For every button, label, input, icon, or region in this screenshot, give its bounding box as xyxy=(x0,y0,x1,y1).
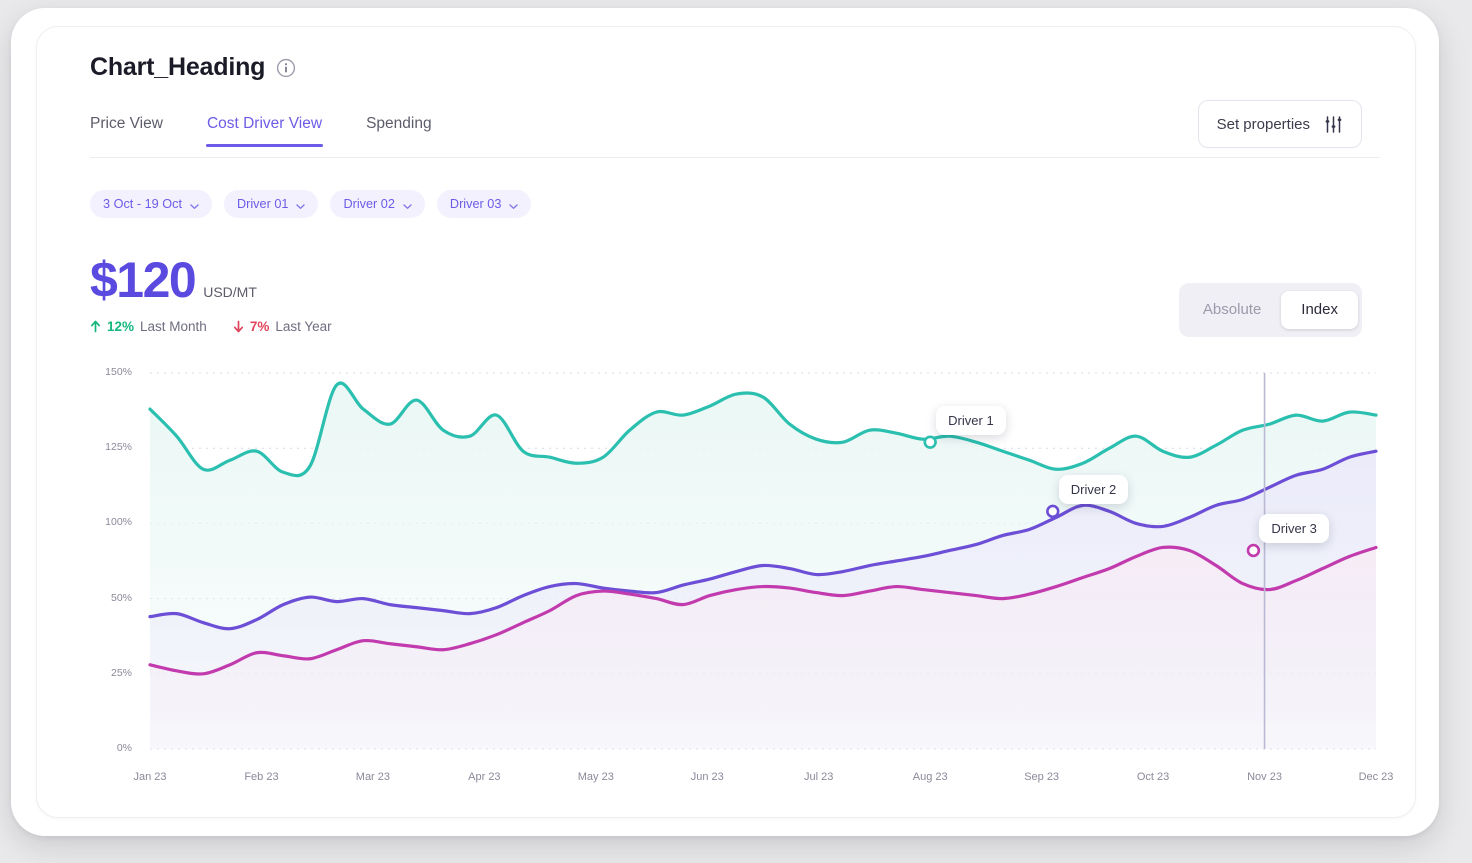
callout-driver-2: Driver 2 xyxy=(1058,475,1129,505)
tab-price-view[interactable]: Price View xyxy=(90,105,163,147)
x-tick-label: May 23 xyxy=(577,771,614,783)
browser-frame: Chart_Heading Price View Cost Driver Vie… xyxy=(11,8,1439,836)
sliders-icon xyxy=(1324,115,1343,134)
kpi-unit: USD/MT xyxy=(203,283,257,300)
x-tick-label: Aug 23 xyxy=(912,771,948,783)
y-tick-label: 50% xyxy=(110,591,132,604)
filter-chip-label: Driver 03 xyxy=(449,197,502,211)
chart-area: 0% 25% 50% 100% 125% 150% Jan 23 Feb 23 Mar 23 A… xyxy=(90,366,1393,797)
series-marker xyxy=(1246,543,1261,558)
view-tabs: Price View Cost Driver View Spending xyxy=(90,105,476,147)
kpi-delta-last-month: 12% Last Month xyxy=(90,319,207,334)
x-tick-label: Nov 23 xyxy=(1247,771,1282,783)
x-tick-label: Sep 23 xyxy=(1024,771,1060,783)
set-properties-label: Set properties xyxy=(1216,115,1310,133)
scale-toggle: Absolute Index xyxy=(1178,283,1362,337)
series-marker xyxy=(1046,504,1060,519)
x-tick-label: Oct 23 xyxy=(1136,771,1170,783)
x-tick-label: Feb 23 xyxy=(244,771,279,783)
tab-spending[interactable]: Spending xyxy=(366,105,432,147)
y-tick-label: 100% xyxy=(105,516,132,529)
kpi-deltas: 12% Last Month 7% Last Year xyxy=(90,319,332,334)
filter-chip-driver-02[interactable]: Driver 02 xyxy=(330,190,425,218)
callout-driver-1: Driver 1 xyxy=(936,406,1006,436)
kpi-delta-last-year: 7% Last Year xyxy=(233,319,332,334)
filter-chips: 3 Oct - 19 Oct Driver 01 Driver 02 Drive… xyxy=(90,190,532,218)
chevron-down-icon xyxy=(190,200,199,209)
page-title: Chart_Heading xyxy=(90,53,296,82)
cost-driver-line-chart[interactable] xyxy=(90,367,1380,767)
kpi-delta-period: Last Month xyxy=(140,318,207,334)
series-marker xyxy=(923,435,937,449)
callout-driver-3: Driver 3 xyxy=(1259,514,1329,544)
chart-title: Chart_Heading xyxy=(90,53,266,81)
x-tick-label: Jan 23 xyxy=(133,771,167,783)
kpi-value-row: $120 USD/MT xyxy=(90,252,332,308)
tab-cost-driver-view[interactable]: Cost Driver View xyxy=(205,105,324,147)
info-circle-icon[interactable] xyxy=(276,58,296,78)
chevron-down-icon xyxy=(403,200,412,209)
x-tick-label: Jun 23 xyxy=(690,771,724,783)
kpi-value: $120 xyxy=(90,252,197,308)
arrow-down-icon xyxy=(233,320,244,333)
filter-chip-label: Driver 01 xyxy=(236,197,289,211)
y-tick-label: 0% xyxy=(116,742,132,754)
y-tick-label: 150% xyxy=(105,366,132,378)
y-tick-label: 25% xyxy=(110,666,132,679)
y-tick-label: 125% xyxy=(105,441,132,454)
chevron-down-icon xyxy=(509,200,519,209)
kpi-block: $120 USD/MT 12% Last Month 7% Last Year xyxy=(90,252,332,334)
x-tick-label: Dec 23 xyxy=(1358,771,1394,783)
chevron-down-icon xyxy=(296,200,306,209)
set-properties-button[interactable]: Set properties xyxy=(1197,100,1362,148)
filter-chip-label: 3 Oct - 19 Oct xyxy=(103,197,182,211)
filter-chip-label: Driver 02 xyxy=(343,197,395,211)
filter-chip-date-range[interactable]: 3 Oct - 19 Oct xyxy=(90,190,212,218)
kpi-delta-value: 7% xyxy=(249,318,270,334)
x-tick-label: Apr 23 xyxy=(468,771,501,783)
toggle-option-absolute[interactable]: Absolute xyxy=(1183,291,1281,329)
tabs-divider xyxy=(90,157,1380,158)
chart-card: Chart_Heading Price View Cost Driver Vie… xyxy=(36,26,1416,818)
kpi-delta-value: 12% xyxy=(107,318,135,334)
x-tick-label: Jul 23 xyxy=(804,771,834,783)
toggle-option-index[interactable]: Index xyxy=(1281,291,1358,329)
kpi-delta-period: Last Year xyxy=(275,318,332,334)
filter-chip-driver-03[interactable]: Driver 03 xyxy=(436,190,532,218)
x-tick-label: Mar 23 xyxy=(355,771,391,783)
filter-chip-driver-01[interactable]: Driver 01 xyxy=(223,190,319,218)
arrow-up-icon xyxy=(90,320,101,333)
